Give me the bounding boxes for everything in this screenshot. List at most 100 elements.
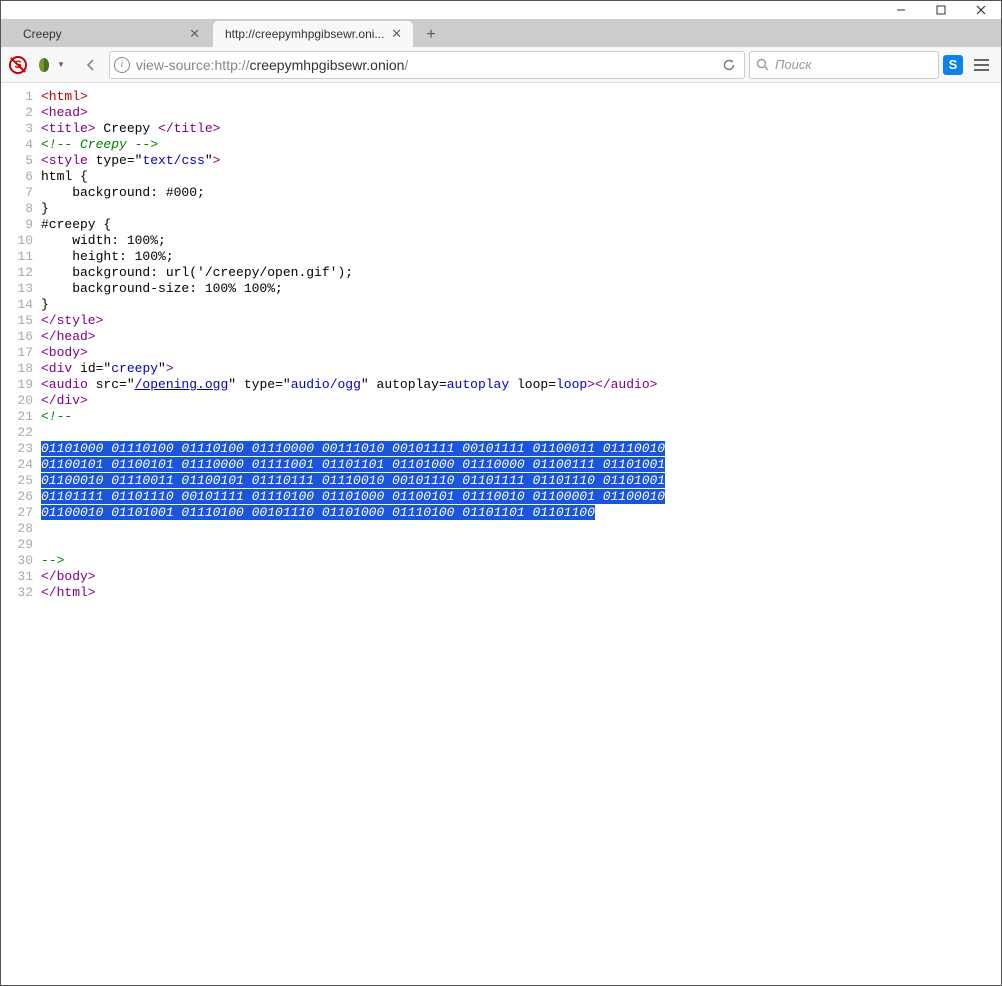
- source-line[interactable]: 13 background-size: 100% 100%;: [1, 281, 1001, 297]
- source-line[interactable]: 9#creepy {: [1, 217, 1001, 233]
- source-line[interactable]: 16</head>: [1, 329, 1001, 345]
- line-code[interactable]: [41, 425, 1001, 441]
- skype-extension-icon[interactable]: S: [943, 55, 963, 75]
- line-code[interactable]: 01100010 01101001 01110100 00101110 0110…: [41, 505, 1001, 521]
- line-code[interactable]: html {: [41, 169, 1001, 185]
- line-number: 8: [1, 201, 41, 217]
- noscript-icon[interactable]: [7, 54, 29, 76]
- source-code-view[interactable]: 1<html>2<head>3<title> Creepy </title>4<…: [1, 83, 1001, 985]
- line-code[interactable]: }: [41, 201, 1001, 217]
- source-line[interactable]: 19<audio src="/opening.ogg" type="audio/…: [1, 377, 1001, 393]
- line-code[interactable]: </head>: [41, 329, 1001, 345]
- window-close-button[interactable]: [961, 1, 1001, 19]
- line-number: 12: [1, 265, 41, 281]
- line-number: 28: [1, 521, 41, 537]
- source-line[interactable]: 3<title> Creepy </title>: [1, 121, 1001, 137]
- line-number: 14: [1, 297, 41, 313]
- source-line[interactable]: 2401100101 01100101 01110000 01111001 01…: [1, 457, 1001, 473]
- line-code[interactable]: <style type="text/css">: [41, 153, 1001, 169]
- source-line[interactable]: 8}: [1, 201, 1001, 217]
- address-bar[interactable]: i view-source:http://creepymhpgibsewr.on…: [109, 51, 745, 79]
- line-code[interactable]: </style>: [41, 313, 1001, 329]
- line-code[interactable]: <audio src="/opening.ogg" type="audio/og…: [41, 377, 1001, 393]
- line-code[interactable]: [41, 537, 1001, 553]
- line-number: 20: [1, 393, 41, 409]
- line-code[interactable]: <!-- Creepy -->: [41, 137, 1001, 153]
- source-line[interactable]: 21<!--: [1, 409, 1001, 425]
- source-line[interactable]: 20</div>: [1, 393, 1001, 409]
- source-line[interactable]: 17<body>: [1, 345, 1001, 361]
- line-code[interactable]: <!--: [41, 409, 1001, 425]
- source-line[interactable]: 22: [1, 425, 1001, 441]
- line-code[interactable]: background: #000;: [41, 185, 1001, 201]
- source-line[interactable]: 2601101111 01101110 00101111 01110100 01…: [1, 489, 1001, 505]
- line-code[interactable]: }: [41, 297, 1001, 313]
- line-number: 31: [1, 569, 41, 585]
- search-box[interactable]: Поиск: [749, 51, 939, 79]
- line-code[interactable]: <html>: [41, 89, 1001, 105]
- source-line[interactable]: 2301101000 01110100 01110100 01110000 00…: [1, 441, 1001, 457]
- line-number: 21: [1, 409, 41, 425]
- line-number: 22: [1, 425, 41, 441]
- source-line[interactable]: 30-->: [1, 553, 1001, 569]
- window-maximize-button[interactable]: [921, 1, 961, 19]
- line-code[interactable]: </div>: [41, 393, 1001, 409]
- line-number: 7: [1, 185, 41, 201]
- source-line[interactable]: 5<style type="text/css">: [1, 153, 1001, 169]
- line-code[interactable]: -->: [41, 553, 1001, 569]
- site-info-icon[interactable]: i: [114, 57, 130, 73]
- source-line[interactable]: 12 background: url('/creepy/open.gif');: [1, 265, 1001, 281]
- source-line[interactable]: 29: [1, 537, 1001, 553]
- line-number: 29: [1, 537, 41, 553]
- line-code[interactable]: </html>: [41, 585, 1001, 601]
- line-code[interactable]: </body>: [41, 569, 1001, 585]
- chevron-down-icon[interactable]: ▼: [57, 60, 65, 69]
- source-line[interactable]: 11 height: 100%;: [1, 249, 1001, 265]
- source-line[interactable]: 4<!-- Creepy -->: [1, 137, 1001, 153]
- source-line[interactable]: 1<html>: [1, 89, 1001, 105]
- line-number: 17: [1, 345, 41, 361]
- source-line[interactable]: 32</html>: [1, 585, 1001, 601]
- line-number: 24: [1, 457, 41, 473]
- source-line[interactable]: 10 width: 100%;: [1, 233, 1001, 249]
- tab-0[interactable]: Creepy ✕: [11, 21, 211, 47]
- tab-close-icon[interactable]: ✕: [388, 26, 405, 42]
- line-code[interactable]: <head>: [41, 105, 1001, 121]
- line-code[interactable]: height: 100%;: [41, 249, 1001, 265]
- source-line[interactable]: 6html {: [1, 169, 1001, 185]
- torbutton-icon[interactable]: [33, 54, 55, 76]
- reload-button[interactable]: [718, 58, 740, 72]
- new-tab-button[interactable]: +: [419, 23, 443, 47]
- line-code[interactable]: #creepy {: [41, 217, 1001, 233]
- line-code[interactable]: <body>: [41, 345, 1001, 361]
- line-code[interactable]: background-size: 100% 100%;: [41, 281, 1001, 297]
- line-code[interactable]: 01101000 01110100 01110100 01110000 0011…: [41, 441, 1001, 457]
- line-number: 2: [1, 105, 41, 121]
- line-code[interactable]: <div id="creepy">: [41, 361, 1001, 377]
- source-line[interactable]: 2<head>: [1, 105, 1001, 121]
- source-line[interactable]: 2701100010 01101001 01110100 00101110 01…: [1, 505, 1001, 521]
- source-line[interactable]: 15</style>: [1, 313, 1001, 329]
- line-number: 10: [1, 233, 41, 249]
- source-line[interactable]: 2501100010 01110011 01100101 01110111 01…: [1, 473, 1001, 489]
- source-line[interactable]: 28: [1, 521, 1001, 537]
- source-line[interactable]: 7 background: #000;: [1, 185, 1001, 201]
- search-icon: [756, 58, 769, 71]
- menu-button[interactable]: [967, 51, 995, 79]
- line-number: 4: [1, 137, 41, 153]
- tab-close-icon[interactable]: ✕: [186, 26, 203, 42]
- source-line[interactable]: 18<div id="creepy">: [1, 361, 1001, 377]
- source-line[interactable]: 31</body>: [1, 569, 1001, 585]
- line-code[interactable]: [41, 521, 1001, 537]
- window-minimize-button[interactable]: [881, 1, 921, 19]
- line-code[interactable]: 01101111 01101110 00101111 01110100 0110…: [41, 489, 1001, 505]
- line-code[interactable]: 01100101 01100101 01110000 01111001 0110…: [41, 457, 1001, 473]
- line-code[interactable]: background: url('/creepy/open.gif');: [41, 265, 1001, 281]
- line-code[interactable]: 01100010 01110011 01100101 01110111 0111…: [41, 473, 1001, 489]
- line-code[interactable]: <title> Creepy </title>: [41, 121, 1001, 137]
- source-line[interactable]: 14}: [1, 297, 1001, 313]
- back-button[interactable]: [77, 51, 105, 79]
- line-number: 32: [1, 585, 41, 601]
- tab-1[interactable]: http://creepymhpgibsewr.oni... ✕: [213, 21, 413, 47]
- line-code[interactable]: width: 100%;: [41, 233, 1001, 249]
